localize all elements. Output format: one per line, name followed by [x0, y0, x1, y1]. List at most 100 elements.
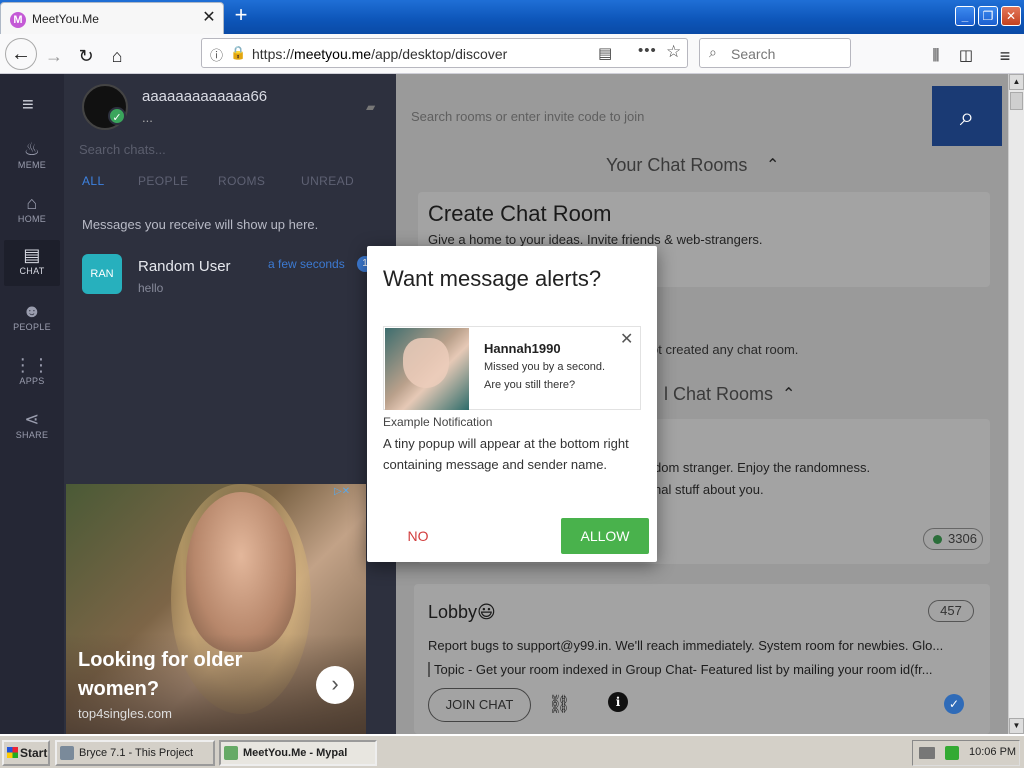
- lobby-room-card[interactable]: Lobby😃 457 Report bugs to support@y99.in…: [414, 584, 990, 734]
- lobby-name[interactable]: Lobby😃: [428, 602, 496, 623]
- notification-photo: [385, 328, 469, 410]
- search-chats-input[interactable]: Search chats...: [79, 142, 166, 157]
- taskbar-item-bryce[interactable]: Bryce 7.1 - This Project: [55, 740, 215, 766]
- filter-tab-people[interactable]: PEOPLE: [138, 174, 188, 188]
- notification-sender: Hannah1990: [484, 341, 561, 356]
- chat-list-item[interactable]: RAN Random User hello a few seconds 1: [64, 244, 396, 304]
- start-label: Start: [20, 746, 48, 760]
- online-dot-icon: [933, 535, 942, 544]
- scroll-down-arrow-icon[interactable]: ▼: [1009, 718, 1024, 734]
- mypal-app-icon: [224, 746, 238, 760]
- bookmark-star-icon[interactable]: ☆: [666, 42, 681, 62]
- online-count: 3306: [948, 531, 977, 546]
- task-label: MeetYou.Me - Mypal: [243, 747, 348, 759]
- verified-check-icon: ✓: [944, 694, 964, 714]
- join-chat-button[interactable]: JOIN CHAT: [428, 688, 531, 722]
- info-icon[interactable]: i: [608, 692, 628, 712]
- rail-item-home[interactable]: ⌂ HOME: [4, 188, 60, 236]
- task-label: Bryce 7.1 - This Project: [79, 747, 194, 759]
- empty-inbox-message: Messages you receive will show up here.: [82, 217, 319, 232]
- rail-item-chat[interactable]: ▤ CHAT: [4, 240, 60, 286]
- rail-item-share[interactable]: ⋖ SHARE: [4, 404, 60, 452]
- search-button[interactable]: ⌕: [932, 86, 1002, 146]
- browser-navbar: ← → ↻ ⌂ ⓘ 🔒 https://meetyou.me/app/deskt…: [0, 34, 1024, 74]
- online-count-badge: 3306: [923, 528, 983, 550]
- ad-arrow-button[interactable]: ›: [316, 666, 354, 704]
- adchoices-icon[interactable]: ▷✕: [334, 486, 350, 497]
- tab-title: MeetYou.Me: [32, 12, 99, 26]
- chat-name: Random User: [138, 258, 231, 275]
- flame-icon: ♨: [23, 139, 41, 159]
- featured-rooms-title[interactable]: l Chat Rooms: [664, 384, 773, 405]
- url-bar[interactable]: ⓘ 🔒 https://meetyou.me/app/desktop/disco…: [201, 38, 688, 68]
- rail-item-apps[interactable]: ⋮⋮ APPS: [4, 350, 60, 398]
- your-rooms-title[interactable]: Your Chat Rooms: [606, 155, 747, 176]
- browser-tab[interactable]: M MeetYou.Me ✕: [0, 2, 224, 34]
- chat-preview: hello: [138, 281, 164, 295]
- close-icon[interactable]: ✕: [620, 329, 633, 349]
- ad-headline[interactable]: Looking for older women?: [78, 646, 298, 704]
- sidebar-toggle-icon[interactable]: ◫: [952, 42, 980, 70]
- filter-tab-rooms[interactable]: ROOMS: [218, 174, 265, 188]
- url-text: https://meetyou.me/app/desktop/discover: [252, 46, 507, 62]
- example-label: Example Notification: [383, 415, 493, 429]
- tab-close-icon[interactable]: ✕: [200, 9, 218, 27]
- lobby-description: Report bugs to support@y99.in. We'll rea…: [428, 638, 944, 653]
- example-description: A tiny popup will appear at the bottom r…: [383, 436, 629, 472]
- filter-tab-unread[interactable]: UNREAD: [301, 174, 354, 188]
- back-arrow-icon[interactable]: ←: [5, 38, 37, 70]
- insecure-lock-icon[interactable]: 🔒: [230, 45, 246, 61]
- home-icon[interactable]: ⌂: [103, 42, 131, 70]
- filter-tab-all[interactable]: ALL: [82, 174, 105, 188]
- allow-button[interactable]: ALLOW: [561, 518, 649, 554]
- room-search-input[interactable]: Search rooms or enter invite code to joi…: [411, 109, 644, 124]
- link-icon[interactable]: ⛓: [548, 694, 571, 715]
- username[interactable]: aaaaaaaaaaaaa66: [142, 88, 267, 105]
- browser-search-field[interactable]: ⌕ Search: [699, 38, 851, 68]
- chevron-up-icon[interactable]: ⌃: [766, 155, 779, 175]
- window-close-button[interactable]: ✕: [1001, 6, 1021, 26]
- create-room-desc: Give a home to your ideas. Invite friend…: [428, 232, 763, 247]
- notification-message-line1: Missed you by a second.: [484, 361, 606, 373]
- lobby-topic: Topic - Get your room indexed in Group C…: [428, 662, 978, 677]
- notification-photo-detail: [403, 338, 449, 388]
- keyboard-icon[interactable]: [919, 747, 935, 759]
- reader-view-icon[interactable]: ▤: [598, 44, 612, 62]
- minimize-button[interactable]: _: [955, 6, 975, 26]
- forward-arrow-icon[interactable]: →: [40, 42, 68, 70]
- create-room-title[interactable]: Create Chat Room: [428, 201, 611, 227]
- start-button[interactable]: Start: [2, 740, 50, 766]
- menu-icon[interactable]: ≡: [22, 94, 34, 117]
- network-icon[interactable]: [945, 746, 959, 760]
- library-icon[interactable]: ⫼: [922, 42, 950, 70]
- example-notification: Hannah1990 Missed you by a second. Are y…: [383, 326, 641, 410]
- chevron-up-icon[interactable]: ⌃: [782, 384, 795, 404]
- scrollbar-thumb[interactable]: [1010, 92, 1023, 110]
- rail-item-meme[interactable]: ♨ MEME: [4, 134, 60, 182]
- rail-label: SHARE: [15, 430, 49, 440]
- no-button[interactable]: NO: [387, 518, 449, 554]
- info-icon[interactable]: ⓘ: [210, 45, 223, 64]
- no-rooms-text: ot created any chat room.: [651, 342, 799, 357]
- compose-icon[interactable]: ▰: [366, 100, 375, 114]
- hamburger-menu-icon[interactable]: ≡: [991, 42, 1019, 70]
- rail-label: MEME: [17, 160, 47, 170]
- taskbar-item-mypal[interactable]: MeetYou.Me - Mypal: [219, 740, 377, 766]
- clock[interactable]: 10:06 PM: [969, 746, 1016, 758]
- url-prefix: https://: [252, 46, 295, 62]
- rail-item-people[interactable]: ☻ PEOPLE: [4, 296, 60, 344]
- restore-button[interactable]: ❐: [978, 6, 998, 26]
- ad-domain[interactable]: top4singles.com: [78, 706, 172, 721]
- people-icon: ☻: [22, 301, 42, 321]
- new-tab-button[interactable]: +: [229, 4, 253, 28]
- apps-grid-icon: ⋮⋮: [13, 355, 51, 375]
- notification-permission-dialog: Want message alerts? Hannah1990 Missed y…: [367, 246, 657, 562]
- reload-icon[interactable]: ↻: [72, 42, 100, 70]
- page-actions-icon[interactable]: •••: [638, 42, 657, 59]
- scroll-up-arrow-icon[interactable]: ▲: [1009, 74, 1024, 90]
- os-taskbar: Start Bryce 7.1 - This Project MeetYou.M…: [0, 734, 1024, 768]
- user-status: ...: [142, 110, 153, 125]
- page-scrollbar[interactable]: ▲ ▼: [1008, 74, 1024, 734]
- ad-banner[interactable]: ▷✕ Looking for older women? top4singles.…: [66, 484, 366, 734]
- app-left-rail: ≡ ♨ MEME ⌂ HOME ▤ CHAT ☻ PEOPLE ⋮⋮ APPS ⋖ SHAR…: [0, 74, 64, 734]
